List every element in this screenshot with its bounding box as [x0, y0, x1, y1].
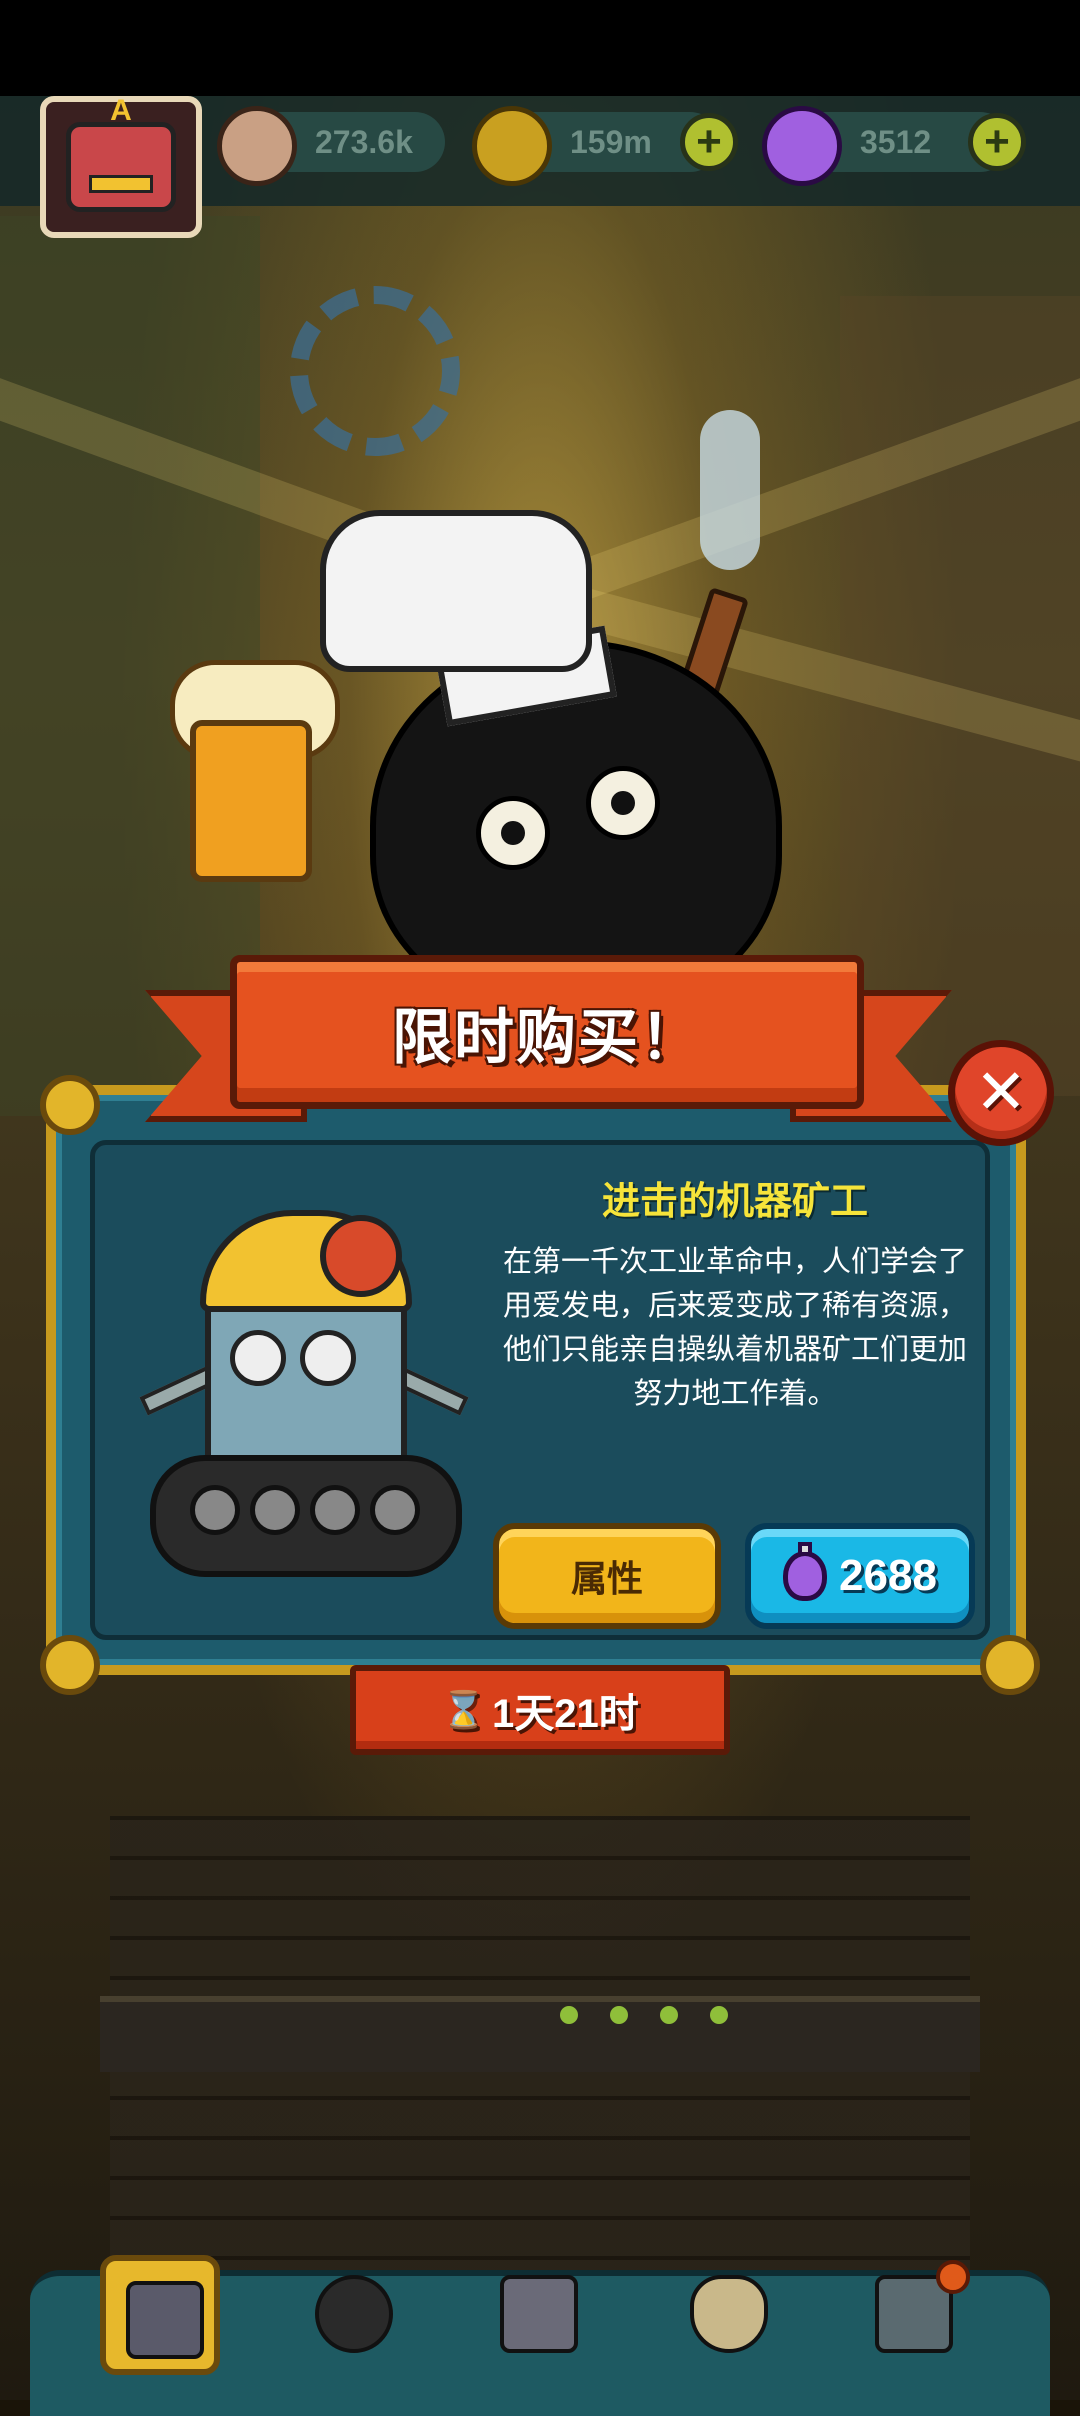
- item-name: 进击的机器矿工: [601, 1181, 868, 1223]
- shelf-lamp: [610, 2006, 628, 2024]
- stone-shelf: [100, 1996, 980, 2072]
- shelf-lamp: [710, 2006, 728, 2024]
- notification-dot: [936, 2260, 970, 2294]
- nav-money-bag-button[interactable]: [670, 2255, 790, 2375]
- helmet-lamp: [320, 1215, 402, 1297]
- buy-price: 2688: [839, 1551, 937, 1600]
- track-wheel: [250, 1485, 300, 1535]
- attributes-button[interactable]: 属性: [493, 1523, 721, 1629]
- cigar-smoke: [700, 410, 760, 570]
- character-eye: [586, 766, 660, 840]
- plus-icon: +: [984, 117, 1010, 166]
- avatar: [66, 122, 176, 212]
- gold-resource-value: 159m: [570, 123, 652, 160]
- potion-resource-value: 3512: [860, 123, 932, 160]
- eyeball-resource: 273.6k: [217, 106, 445, 186]
- close-button[interactable]: ✕: [948, 1040, 1054, 1146]
- building-icon: [126, 2281, 204, 2359]
- potion-icon: [783, 1542, 828, 1601]
- track-wheel: [370, 1485, 420, 1535]
- add-potion-button[interactable]: +: [968, 113, 1026, 171]
- popup-title: 限时购买！: [392, 1003, 702, 1071]
- add-gold-button[interactable]: +: [680, 113, 738, 171]
- nav-building-button[interactable]: [100, 2255, 220, 2375]
- panel-corner-ornament: [40, 1635, 100, 1695]
- item-description: 在第一千次工业革命中，人们学会了用爱发电，后来爱变成了稀有资源，他们只能亲自操纵…: [502, 1246, 967, 1410]
- status-bar: [0, 0, 1080, 96]
- track-wheel: [190, 1485, 240, 1535]
- potion-icon: [762, 106, 842, 186]
- shelf-lamp: [660, 2006, 678, 2024]
- book-icon: [500, 2275, 578, 2353]
- money-bag-icon: [690, 2275, 768, 2353]
- character-eye: [476, 796, 550, 870]
- close-icon: ✕: [975, 1058, 1027, 1127]
- buy-button[interactable]: 2688: [745, 1523, 975, 1629]
- gear-clock-decoration: [290, 286, 460, 456]
- nav-book-button[interactable]: [480, 2255, 600, 2375]
- hourglass-icon: ⌛: [441, 1689, 487, 1730]
- robot-eye: [300, 1330, 356, 1386]
- rank-letter-icon: A: [110, 94, 132, 127]
- nav-monster-button[interactable]: [295, 2255, 415, 2375]
- plus-icon: +: [696, 117, 722, 166]
- timer-text: 1天21时: [492, 1692, 639, 1736]
- monster-icon: [315, 2275, 393, 2353]
- beer-mug-icon: [190, 720, 312, 882]
- panel-corner-ornament: [980, 1635, 1040, 1695]
- track-wheel: [310, 1485, 360, 1535]
- player-avatar-badge[interactable]: A: [40, 94, 202, 238]
- offer-timer: ⌛ 1天21时: [350, 1665, 730, 1755]
- attributes-button-label: 属性: [570, 1558, 643, 1599]
- eyeball-resource-value: 273.6k: [315, 123, 413, 160]
- robot-miner-illustration: [139, 1200, 469, 1580]
- shelf-lamp: [560, 2006, 578, 2024]
- robot-eye: [230, 1330, 286, 1386]
- panel-corner-ornament: [40, 1075, 100, 1135]
- gold-coin-icon: [472, 106, 552, 186]
- chef-hat-icon: [320, 510, 592, 672]
- title-ribbon: 限时购买！: [230, 955, 864, 1109]
- eyeball-icon: [217, 106, 297, 186]
